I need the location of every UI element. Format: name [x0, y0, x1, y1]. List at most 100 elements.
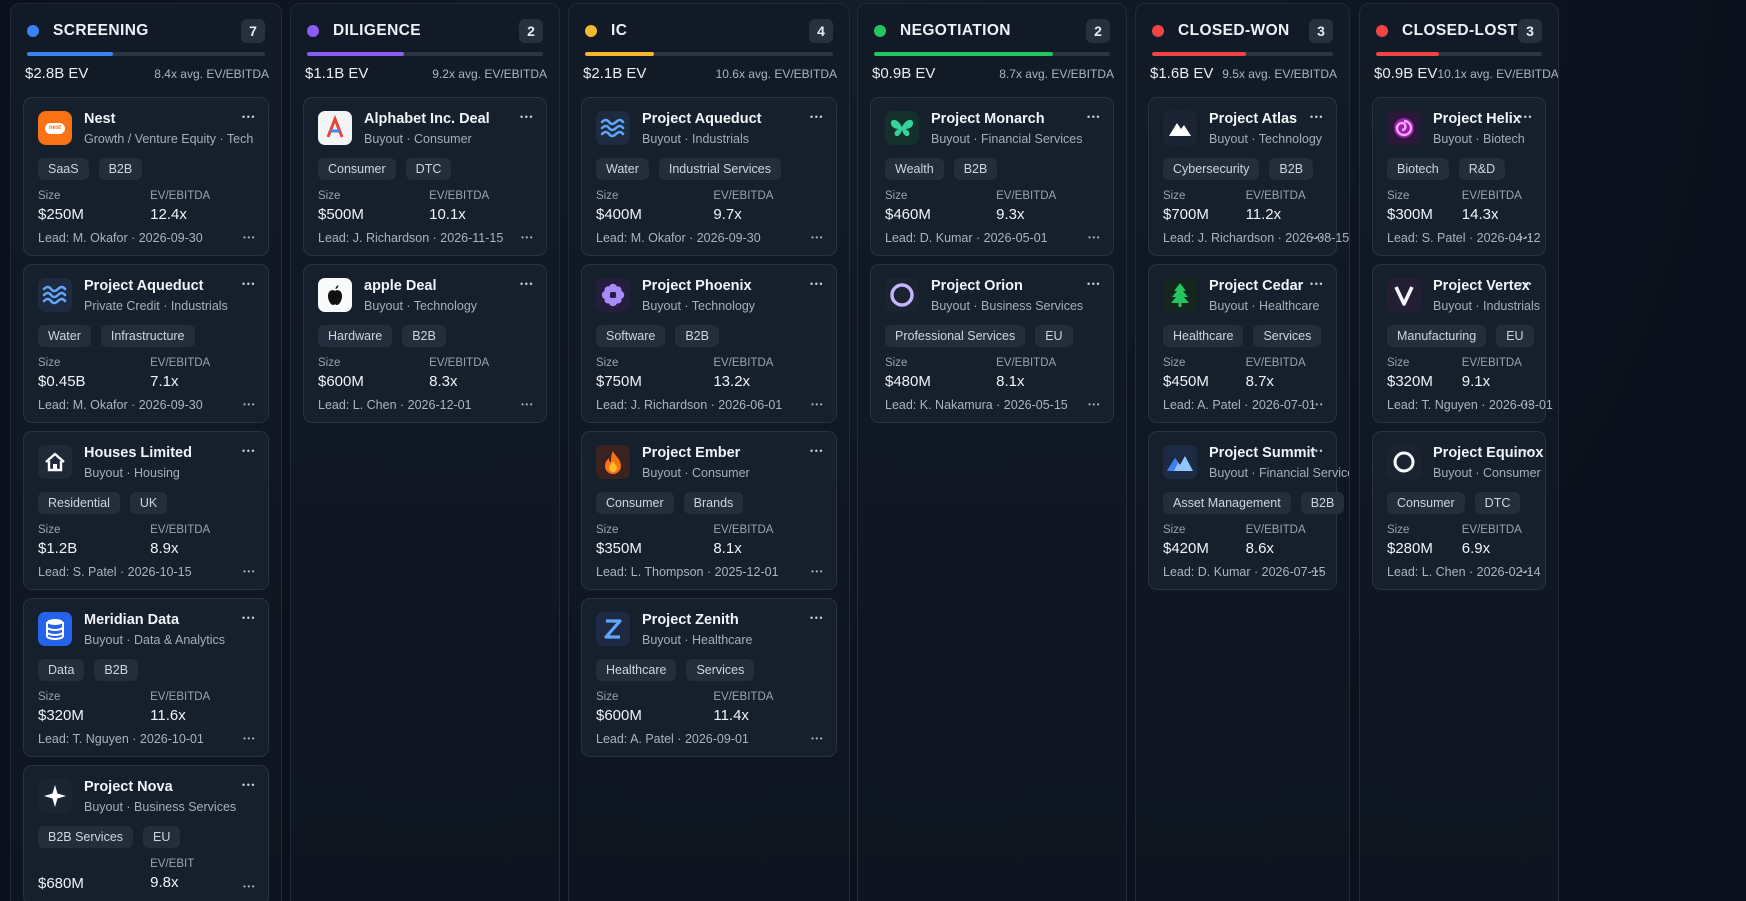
more-options-icon[interactable]: ••• [811, 400, 824, 410]
deal-name[interactable]: Project Vertex [1433, 277, 1531, 296]
deal-size: Size $1.2B [38, 523, 150, 559]
deal-card[interactable]: Meridian Data Buyout · Data & Analytics ••… [23, 598, 269, 757]
more-options-icon[interactable]: ••• [810, 277, 824, 291]
more-options-icon[interactable]: ••• [811, 233, 824, 243]
deal-size-label: Size [596, 357, 619, 369]
deal-card[interactable]: Project Cedar Buyout · Healthcare ••• Healt… [1148, 264, 1337, 423]
more-options-icon[interactable]: ••• [242, 110, 256, 124]
more-options-icon[interactable]: ••• [242, 444, 256, 458]
deal-card[interactable]: Project Helix Buyout · Biotech ••• Biotech R… [1372, 97, 1546, 256]
more-options-icon[interactable]: ••• [243, 567, 256, 577]
more-options-icon[interactable]: ••• [520, 277, 534, 291]
column-avg-multiple: 9.2x avg. EV/EBITDA [432, 67, 547, 81]
deal-card[interactable]: Project Aqueduct Private Credit · Industr… [23, 264, 269, 423]
deal-name[interactable]: Project Nova [84, 778, 254, 797]
deal-card[interactable]: Project Equinox Buyout · Consumer ••• Consu… [1372, 431, 1546, 590]
stage-name: NEGOTIATION [900, 22, 1011, 39]
more-options-icon[interactable]: ••• [521, 400, 534, 410]
more-options-icon[interactable]: ••• [1311, 567, 1324, 577]
deal-title-block: Project Zenith Buyout · Healthcare [642, 611, 822, 650]
deal-size: $680M [38, 857, 150, 894]
more-options-icon[interactable]: ••• [811, 734, 824, 744]
deal-card[interactable]: apple Deal Buyout · Technology ••• Hardware… [303, 264, 547, 423]
more-options-icon[interactable]: ••• [1087, 277, 1101, 291]
deal-card-header: Alphabet Inc. Deal Buyout · Consumer [318, 110, 532, 149]
deal-name[interactable]: Project Helix [1433, 110, 1531, 129]
deal-name[interactable]: Project Phoenix [642, 277, 822, 296]
more-options-icon[interactable]: ••• [242, 277, 256, 291]
deal-card[interactable]: Project Zenith Buyout · Healthcare ••• Heal… [581, 598, 837, 757]
deal-card[interactable]: Project Phoenix Buyout · Technology ••• Sof… [581, 264, 837, 423]
more-options-icon[interactable]: ••• [1519, 444, 1533, 458]
deal-name[interactable]: Project Monarch [931, 110, 1099, 129]
more-options-icon[interactable]: ••• [810, 110, 824, 124]
more-options-icon[interactable]: ••• [521, 233, 534, 243]
more-options-icon[interactable]: ••• [810, 444, 824, 458]
deal-name[interactable]: Project Atlas [1209, 110, 1322, 129]
more-options-icon[interactable]: ••• [810, 611, 824, 625]
deal-name[interactable]: Project Aqueduct [84, 277, 254, 296]
more-options-icon[interactable]: ••• [1520, 233, 1533, 243]
more-options-icon[interactable]: ••• [1088, 233, 1101, 243]
deal-name[interactable]: apple Deal [364, 277, 532, 296]
more-options-icon[interactable]: ••• [1310, 110, 1324, 124]
deal-tag: Healthcare [596, 659, 677, 681]
deal-card[interactable]: Project Aqueduct Buyout · Industrials ••• W… [581, 97, 837, 256]
deal-card-list: Project Aqueduct Buyout · Industrials ••• W… [581, 97, 837, 757]
deal-tag: Consumer [596, 492, 674, 514]
deal-card[interactable]: Project Atlas Buyout · Technology ••• Cyber… [1148, 97, 1349, 256]
more-options-icon[interactable]: ••• [243, 882, 256, 892]
deal-tags: Water Infrastructure [38, 325, 254, 347]
deal-name[interactable]: Houses Limited [84, 444, 254, 463]
deal-card[interactable]: Project Vertex Buyout · Industrials ••• Man… [1372, 264, 1553, 423]
deal-name[interactable]: Project Aqueduct [642, 110, 822, 129]
more-options-icon[interactable]: ••• [243, 400, 256, 410]
deal-size: Size $420M [1163, 523, 1246, 559]
deal-name[interactable]: Project Summit [1209, 444, 1322, 463]
deal-name[interactable]: Project Equinox [1433, 444, 1543, 463]
deal-size-value: $460M [885, 206, 931, 223]
deal-card[interactable]: Houses Limited Buyout · Housing ••• Residen… [23, 431, 269, 590]
column-closed-won: CLOSED-WON 3 $1.6B EV 9.5x avg. EV/EBITDA Pr… [1135, 3, 1350, 901]
more-options-icon[interactable]: ••• [1520, 567, 1533, 577]
more-options-icon[interactable]: ••• [1088, 400, 1101, 410]
more-options-icon[interactable]: ••• [1310, 277, 1324, 291]
deal-card[interactable]: Project Nova Buyout · Business Services ••… [23, 765, 269, 901]
deal-lead: Lead: A. Patel · 2026-09-01 [596, 732, 749, 746]
deal-card[interactable]: Alphabet Inc. Deal Buyout · Consumer ••• Co… [303, 97, 547, 256]
more-options-icon[interactable]: ••• [811, 567, 824, 577]
deal-card[interactable]: Project Summit Buyout · Financial Service… [1148, 431, 1349, 590]
more-options-icon[interactable]: ••• [520, 110, 534, 124]
more-options-icon[interactable]: ••• [1519, 110, 1533, 124]
deal-name[interactable]: Project Orion [931, 277, 1099, 296]
deal-name[interactable]: Meridian Data [84, 611, 254, 630]
deal-size-value: $750M [596, 373, 642, 390]
deal-card-header: Project Ember Buyout · Consumer [596, 444, 822, 483]
more-options-icon[interactable]: ••• [243, 233, 256, 243]
more-options-icon[interactable]: ••• [1087, 110, 1101, 124]
deal-card[interactable]: Project Monarch Buyout · Financial Servic… [870, 97, 1114, 256]
deal-multiple-value: 8.6x [1245, 540, 1274, 557]
deal-name[interactable]: Alphabet Inc. Deal [364, 110, 532, 129]
deal-title-block: Project Phoenix Buyout · Technology [642, 277, 822, 316]
deal-card[interactable]: nest Nest Growth / Venture Equity · Tech ••… [23, 97, 269, 256]
deal-name[interactable]: Project Zenith [642, 611, 822, 630]
deal-card[interactable]: Project Ember Buyout · Consumer ••• Consume… [581, 431, 837, 590]
more-options-icon[interactable]: ••• [243, 734, 256, 744]
stage-name: DILIGENCE [333, 22, 421, 39]
deal-card[interactable]: Project Orion Buyout · Business Services •… [870, 264, 1114, 423]
more-options-icon[interactable]: ••• [1519, 277, 1533, 291]
deal-name[interactable]: Project Cedar [1209, 277, 1322, 296]
more-options-icon[interactable]: ••• [1311, 400, 1324, 410]
deal-name[interactable]: Nest [84, 110, 254, 129]
more-options-icon[interactable]: ••• [1311, 233, 1324, 243]
more-options-icon[interactable]: ••• [242, 611, 256, 625]
deal-multiple-label: EV/EBITDA [713, 190, 774, 202]
more-options-icon[interactable]: ••• [1520, 400, 1533, 410]
deal-name[interactable]: Project Ember [642, 444, 822, 463]
deal-title-block: Meridian Data Buyout · Data & Analytics [84, 611, 254, 650]
more-options-icon[interactable]: ••• [1310, 444, 1324, 458]
stage-name: SCREENING [53, 22, 149, 39]
more-options-icon[interactable]: ••• [242, 778, 256, 792]
deal-multiple: EV/EBIT 9.8x [150, 857, 254, 894]
